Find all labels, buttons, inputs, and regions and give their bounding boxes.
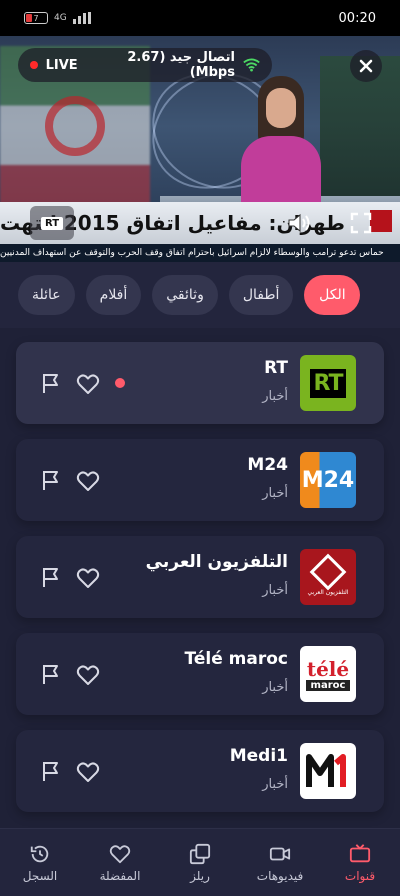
nav-videos[interactable]: فيديوهات [240,829,320,896]
live-label: LIVE [45,57,78,73]
close-player-button[interactable] [350,50,382,82]
channel-list: RT RT أخبار M24 M24 أخبار التلفزيون العر… [16,342,384,827]
favorite-heart-icon[interactable] [76,664,100,686]
channel-logo-medi1 [300,743,356,799]
live-dot-icon [30,61,38,69]
connection-text: اتصال جيد (2.67 Mbps) [127,50,235,80]
channel-logo-tele-maroc: télé maroc [300,646,356,702]
video-camera-icon [269,847,291,860]
channel-card-tele-maroc[interactable]: télé maroc Télé maroc أخبار [16,633,384,715]
connection-status-pill: LIVE اتصال جيد (2.67 Mbps) [18,48,272,82]
channel-name: M24 [247,455,288,475]
category-filter-bar: الكل أطفال وثائقي أفلام عائلة [0,262,400,328]
nav-label: المفضلة [99,868,141,883]
nav-history[interactable]: السجل [0,829,80,896]
channel-name: التلفزيون العربي [145,552,288,572]
fullscreen-button[interactable] [344,206,378,240]
favorite-heart-icon[interactable] [76,373,100,395]
mute-button[interactable] [282,206,316,240]
video-player[interactable]: LIVE اتصال جيد (2.67 Mbps) طهران: مفاعيل… [0,36,400,262]
nav-label: السجل [22,868,58,883]
report-flag-icon[interactable] [40,566,62,588]
channel-logo-rt: RT [300,355,356,411]
channel-category: أخبار [262,486,288,501]
channel-name: Medi1 [229,746,288,766]
report-flag-icon[interactable] [40,663,62,685]
favorite-heart-icon[interactable] [76,567,100,589]
channel-card-alaraby[interactable]: التلفزيون العربي التلفزيون العربي أخبار [16,536,384,618]
chip-kids[interactable]: أطفال [228,275,294,315]
channel-category: أخبار [262,777,288,792]
wifi-icon [243,58,260,72]
report-flag-icon[interactable] [40,372,62,394]
channel-category: أخبار [262,680,288,695]
channel-logo-m24: M24 [300,452,356,508]
nav-label: فيديوهات [256,868,304,883]
chip-documentary[interactable]: وثائقي [152,275,218,315]
favorite-heart-icon[interactable] [76,761,100,783]
history-icon [30,845,49,862]
channel-badge: RT [40,216,64,230]
nav-label: قنوات [344,868,376,883]
nav-favorites[interactable]: المفضلة [80,829,160,896]
report-flag-icon[interactable] [40,760,62,782]
channel-name: RT [264,358,288,378]
fullscreen-icon [350,212,372,234]
tv-icon [349,843,371,862]
chip-movies[interactable]: أفلام [85,275,142,315]
status-left: 7 4G [24,12,91,24]
chip-all[interactable]: الكل [304,275,361,315]
ticker-text: حماس تدعو ترامب والوسطاء لالزام اسرائيل … [0,248,384,258]
copy-icon [189,843,211,864]
channel-badge-button[interactable]: RT [30,206,74,240]
news-ticker: حماس تدعو ترامب والوسطاء لالزام اسرائيل … [0,244,400,262]
battery-icon: 7 [24,12,48,24]
network-label: 4G [54,13,67,23]
chip-family[interactable]: عائلة [18,275,75,315]
channel-category: أخبار [262,389,288,404]
channel-logo-alaraby: التلفزيون العربي [300,549,356,605]
heart-icon [109,844,131,863]
close-icon [359,59,373,73]
playing-indicator-dot [115,378,125,388]
channel-name: Télé maroc [184,649,288,669]
channel-category: أخبار [262,583,288,598]
channel-card-medi1[interactable]: Medi1 أخبار [16,730,384,812]
nav-label: ريلز [190,868,210,883]
video-background-emblem [45,96,105,156]
signal-icon [72,12,91,24]
channel-card-m24[interactable]: M24 M24 أخبار [16,439,384,521]
status-time: 00:20 [338,10,376,26]
medi1-logo-mark [306,754,346,787]
nav-channels[interactable]: قنوات [320,829,400,896]
nav-reels[interactable]: ريلز [160,829,240,896]
report-flag-icon[interactable] [40,469,62,491]
favorite-heart-icon[interactable] [76,470,100,492]
speaker-icon [288,213,310,233]
channel-card-rt[interactable]: RT RT أخبار [16,342,384,424]
bottom-navigation: قنوات فيديوهات ريلز المفضلة السجل [0,828,400,896]
status-bar: 7 4G 00:20 [0,0,400,36]
